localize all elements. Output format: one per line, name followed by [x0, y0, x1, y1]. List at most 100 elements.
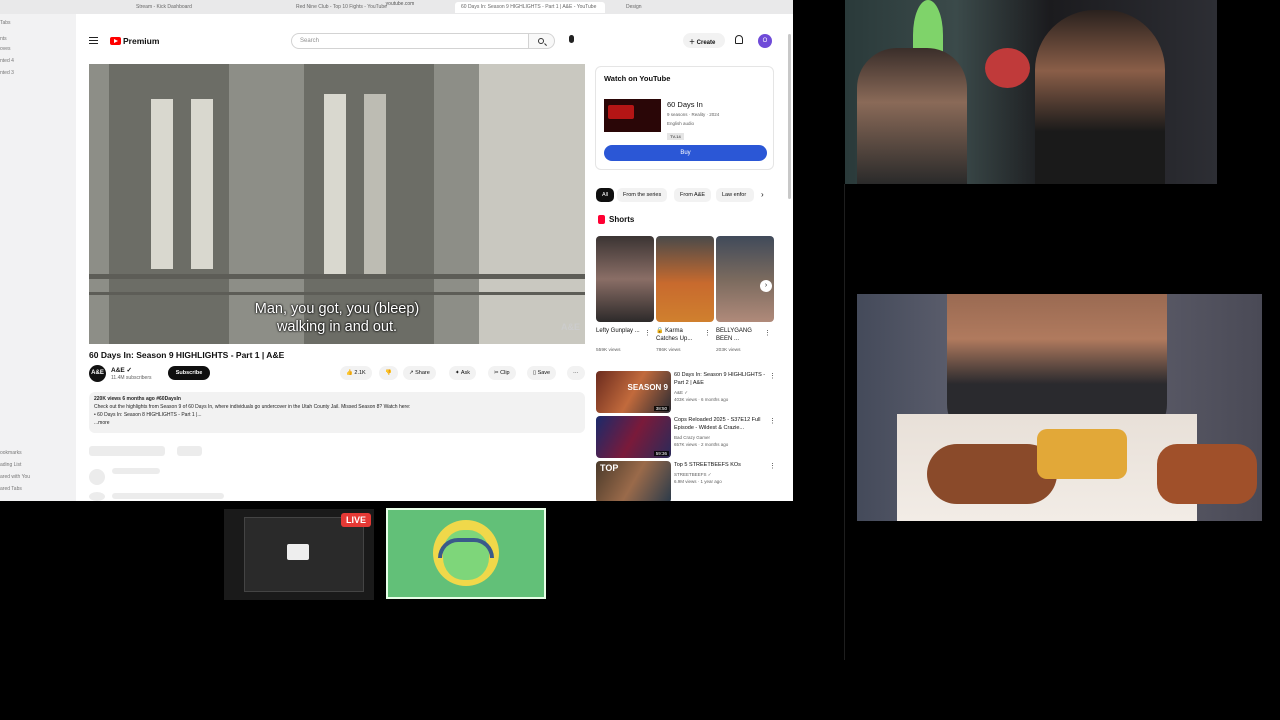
- channel-avatar[interactable]: A&E: [89, 365, 106, 382]
- short-views: 786K views: [656, 348, 681, 353]
- youtube-play-icon: [110, 37, 121, 45]
- sidebar-item[interactable]: ookmarks: [0, 450, 22, 456]
- video-captions: Man, you got, you (bleep) walking in and…: [89, 300, 585, 336]
- sidebar-item[interactable]: nted 3: [0, 70, 14, 76]
- loading-placeholder: [112, 468, 160, 474]
- more-actions-button[interactable]: ···: [567, 366, 585, 380]
- chip-from-series[interactable]: From the series: [617, 188, 668, 202]
- watch-card-heading: Watch on YouTube: [604, 74, 671, 83]
- video-channel[interactable]: STREETBEEFS ✓: [674, 472, 712, 478]
- video-channel[interactable]: A&E ✓: [674, 390, 688, 396]
- rating-badge: TV-14: [667, 133, 684, 140]
- video-thumbnail[interactable]: SEASON 9 38:50: [596, 371, 671, 413]
- sidebar-item[interactable]: Tabs: [0, 20, 11, 26]
- loading-placeholder: [177, 446, 202, 456]
- chip-law-enforcement[interactable]: Law enfor: [716, 188, 754, 202]
- short-thumbnail[interactable]: [656, 236, 714, 322]
- video-thumbnail[interactable]: 59:36: [596, 416, 671, 458]
- description-stats: 220K views 6 months ago #60DaysIn: [94, 396, 181, 402]
- dislike-button[interactable]: 👎: [379, 366, 398, 380]
- video-meta: 657K views · 2 months ago: [674, 442, 729, 447]
- bookmark-icon: ▯: [533, 370, 537, 376]
- short-thumbnail[interactable]: ›: [716, 236, 774, 322]
- create-label: Create: [696, 40, 716, 46]
- logo-text: Premium: [123, 36, 160, 46]
- video-player[interactable]: Man, you got, you (bleep) walking in and…: [89, 64, 585, 344]
- short-title[interactable]: 🔒 Karma Catches Up...: [656, 327, 706, 343]
- thumbs-down-icon: 👎: [385, 370, 392, 376]
- video-thumbnail[interactable]: TOP: [596, 461, 671, 501]
- sidebar-item[interactable]: ared Tabs: [0, 486, 22, 492]
- video-menu-icon[interactable]: ⋮: [769, 462, 776, 470]
- ask-button[interactable]: ✦ Ask: [449, 366, 477, 380]
- address-bar[interactable]: youtube.com: [250, 1, 550, 9]
- show-title[interactable]: 60 Days In: [667, 100, 703, 109]
- like-count: 2.1K: [354, 370, 366, 376]
- video-duration: 38:50: [653, 406, 669, 411]
- short-thumbnail[interactable]: [596, 236, 654, 322]
- video-frame-rail: [89, 274, 585, 279]
- plush-toy: [985, 48, 1030, 88]
- youtube-logo[interactable]: Premium: [110, 36, 159, 46]
- video-title-link[interactable]: Top 5 STREETBEEFS KOs: [674, 462, 769, 470]
- show-thumbnail[interactable]: [604, 99, 661, 132]
- headset-icon: [438, 538, 494, 558]
- browser-window: Stream - Kick Dashboard Red Nine Club - …: [0, 0, 793, 501]
- video-meta: 6.9M views · 1 year ago: [674, 479, 722, 484]
- short-menu-icon[interactable]: ⋮: [644, 329, 651, 337]
- sparkle-icon: ✦: [455, 370, 460, 376]
- sidebar-item[interactable]: oves: [0, 46, 11, 52]
- description-more-link[interactable]: ...more: [94, 419, 580, 427]
- chip-from-ae[interactable]: From A&E: [674, 188, 712, 202]
- search-button[interactable]: [529, 33, 555, 49]
- page-scrollbar[interactable]: [788, 34, 791, 199]
- watch-on-youtube-card: Watch on YouTube 60 Days In 9 seasons · …: [595, 66, 774, 170]
- sidebar-item[interactable]: ading List: [0, 462, 21, 468]
- share-button[interactable]: ↗ Share: [403, 366, 436, 380]
- sidebar-item[interactable]: nts: [0, 36, 7, 42]
- video-frame-window: [364, 94, 386, 274]
- short-title[interactable]: Lefty Gunplay ...: [596, 327, 646, 335]
- video-title-link[interactable]: Cops Reloaded 2025 - S37E12 Full Episode…: [674, 417, 769, 432]
- short-menu-icon[interactable]: ⋮: [704, 329, 711, 337]
- chevron-right-icon[interactable]: ›: [761, 190, 764, 199]
- thumbnail-text: TOP: [600, 463, 619, 473]
- video-frame-window: [151, 99, 173, 269]
- short-menu-icon[interactable]: ⋮: [764, 329, 771, 337]
- caption-line: Man, you got, you (bleep): [254, 301, 420, 317]
- like-button[interactable]: 👍 2.1K: [340, 366, 372, 380]
- description-link[interactable]: • 60 Days In: Season 8 HIGHLIGHTS - Part…: [94, 411, 580, 419]
- buy-button[interactable]: Buy: [604, 145, 767, 161]
- subscribe-button[interactable]: Subscribe: [168, 366, 210, 380]
- chip-all[interactable]: All: [596, 188, 615, 202]
- menu-icon[interactable]: [89, 37, 98, 44]
- video-frame-window: [191, 99, 213, 269]
- channel-watermark: A&E: [561, 322, 581, 332]
- video-menu-icon[interactable]: ⋮: [769, 372, 776, 380]
- sidebar-item[interactable]: ared with You: [0, 474, 30, 480]
- person-left: [857, 48, 967, 184]
- video-frame-window: [324, 94, 346, 274]
- browser-tab[interactable]: Design: [620, 2, 720, 13]
- notifications-bell-icon[interactable]: [735, 35, 743, 44]
- save-button[interactable]: ▯ Save: [527, 366, 557, 380]
- monitor-icon: [287, 544, 309, 560]
- short-title[interactable]: BELLYGANG BEEN ...: [716, 327, 766, 343]
- microphone-icon[interactable]: [569, 35, 574, 43]
- sidebar-item[interactable]: nted 4: [0, 58, 14, 64]
- subscriber-count: 11.4M subscribers: [111, 375, 152, 381]
- account-avatar[interactable]: O: [758, 34, 772, 48]
- channel-name[interactable]: A&E ✓: [111, 366, 132, 374]
- share-icon: ↗: [409, 370, 414, 376]
- video-frame-rail: [89, 292, 585, 295]
- clip-button[interactable]: ✂ Clip: [488, 366, 516, 380]
- create-button[interactable]: ＋ Create: [683, 33, 725, 48]
- video-menu-icon[interactable]: ⋮: [769, 417, 776, 425]
- video-description[interactable]: 220K views 6 months ago #60DaysIn Check …: [89, 392, 585, 433]
- overlay-divider: [844, 184, 845, 660]
- video-channel[interactable]: Bad Crazy Gamer: [674, 435, 710, 441]
- search-icon: [538, 38, 544, 44]
- search-input[interactable]: Search: [291, 33, 529, 49]
- video-title-link[interactable]: 60 Days In: Season 9 HIGHLIGHTS - Part 2…: [674, 372, 769, 387]
- next-arrow-icon[interactable]: ›: [760, 280, 772, 292]
